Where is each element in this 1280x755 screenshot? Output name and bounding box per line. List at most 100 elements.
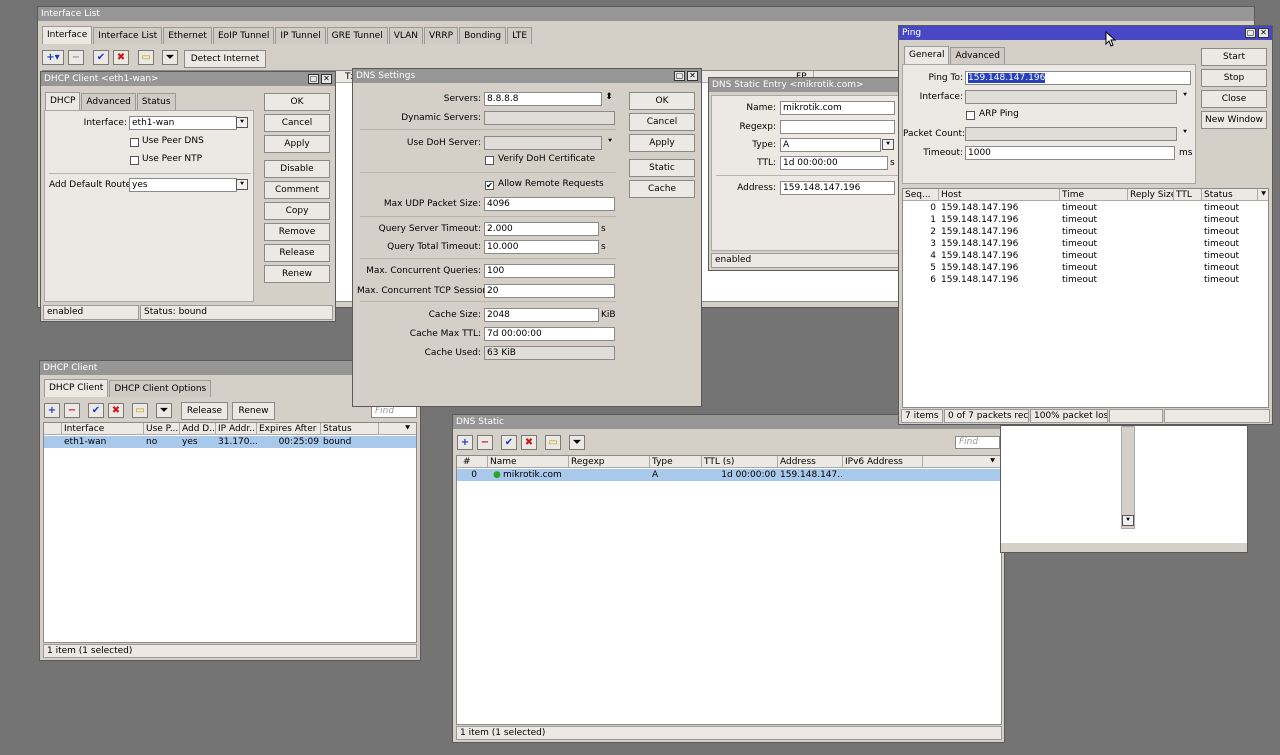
- add-dropdown-button[interactable]: +▾: [42, 50, 64, 65]
- regexp-field[interactable]: [780, 120, 895, 134]
- servers-field[interactable]: 8.8.8.8: [484, 92, 602, 106]
- tab-eoip-tunnel[interactable]: EoIP Tunnel: [212, 27, 275, 44]
- timeout-field[interactable]: 1000: [965, 146, 1175, 160]
- use-peer-dns-checkbox[interactable]: [130, 138, 139, 147]
- remove-button[interactable]: Remove: [264, 223, 330, 241]
- table-row[interactable]: 2 159.148.147.196 timeout timeout: [903, 226, 1268, 238]
- remove-icon[interactable]: −: [477, 435, 493, 450]
- add-default-route-field[interactable]: yes: [129, 178, 237, 192]
- filter-icon[interactable]: ⏷: [162, 50, 178, 65]
- table-row[interactable]: 3 159.148.147.196 timeout timeout: [903, 238, 1268, 250]
- close-icon[interactable]: ✕: [321, 74, 332, 84]
- col-use-peer[interactable]: Use P...: [144, 423, 180, 435]
- col-host[interactable]: Host: [939, 189, 1060, 201]
- cancel-button[interactable]: Cancel: [629, 113, 695, 131]
- add-default-route-dropdown-icon[interactable]: ⯆: [236, 179, 248, 190]
- query-server-timeout-field[interactable]: 2.000: [484, 222, 599, 236]
- table-row[interactable]: 0 159.148.147.196 timeout timeout: [903, 202, 1268, 214]
- maximize-icon[interactable]: ▢: [674, 71, 685, 81]
- col-status[interactable]: Status: [1202, 189, 1258, 201]
- comment-icon[interactable]: ▭: [132, 403, 148, 418]
- query-total-timeout-field[interactable]: 10.000: [484, 240, 599, 254]
- col-reply-size[interactable]: Reply Size: [1128, 189, 1174, 201]
- ttl-field[interactable]: 1d 00:00:00: [780, 156, 888, 170]
- col-address[interactable]: Address: [778, 456, 843, 468]
- col-seq[interactable]: Seq...: [903, 189, 939, 201]
- cache-size-field[interactable]: 2048: [484, 308, 599, 322]
- col-ttl[interactable]: TTL: [1174, 189, 1202, 201]
- cancel-button[interactable]: Cancel: [264, 114, 330, 132]
- tab-status[interactable]: Status: [136, 93, 176, 110]
- enable-check-icon[interactable]: ✔: [88, 403, 104, 418]
- remove-icon[interactable]: −: [64, 403, 80, 418]
- tab-bonding[interactable]: Bonding: [459, 27, 507, 44]
- interface-dropdown-icon[interactable]: ⯆: [1179, 91, 1191, 102]
- max-concurrent-tcp-field[interactable]: 20: [484, 284, 615, 298]
- comment-button[interactable]: Comment: [264, 181, 330, 199]
- columns-dropdown-icon[interactable]: ⯆: [987, 456, 1001, 468]
- col-status[interactable]: Status: [321, 423, 379, 435]
- col-name[interactable]: Name: [488, 456, 569, 468]
- apply-button[interactable]: Apply: [629, 134, 695, 152]
- table-row[interactable]: 1 159.148.147.196 timeout timeout: [903, 214, 1268, 226]
- packet-count-dropdown-icon[interactable]: ⯆: [1179, 128, 1191, 139]
- use-doh-dropdown-icon[interactable]: ⯆: [604, 137, 616, 148]
- disable-button[interactable]: Disable: [264, 160, 330, 178]
- table-row[interactable]: 0 ● mikrotik.com A 1d 00:00:00 159.148.1…: [457, 469, 1001, 481]
- table-row[interactable]: eth1-wan no yes 31.170.... 00:25:09 boun…: [44, 436, 416, 448]
- tab-vlan[interactable]: VLAN: [388, 27, 423, 44]
- scroll-down-icon[interactable]: ⯆: [1122, 515, 1134, 526]
- static-button[interactable]: Static: [629, 159, 695, 177]
- tab-dhcp[interactable]: DHCP: [45, 92, 81, 110]
- tab-advanced[interactable]: Advanced: [81, 93, 136, 110]
- apply-button[interactable]: Apply: [264, 135, 330, 153]
- max-concurrent-queries-field[interactable]: 100: [484, 264, 615, 278]
- enable-check-icon[interactable]: ✔: [501, 435, 517, 450]
- address-field[interactable]: 159.148.147.196: [780, 181, 895, 195]
- col-time[interactable]: Time: [1060, 189, 1128, 201]
- interface-field[interactable]: [965, 90, 1177, 104]
- table-row[interactable]: 6 159.148.147.196 timeout timeout: [903, 274, 1268, 286]
- tab-vrrp[interactable]: VRRP: [423, 27, 459, 44]
- minus-button[interactable]: −: [68, 50, 84, 65]
- maximize-icon[interactable]: ▢: [1245, 28, 1256, 38]
- columns-dropdown-icon[interactable]: ⯆: [402, 423, 416, 435]
- type-dropdown-icon[interactable]: ⯆: [882, 139, 894, 150]
- name-field[interactable]: mikrotik.com: [780, 101, 895, 115]
- disable-x-icon[interactable]: ✖: [108, 403, 124, 418]
- verify-doh-checkbox[interactable]: [485, 156, 494, 165]
- new-window-button[interactable]: New Window: [1201, 111, 1267, 129]
- col-interface[interactable]: Interface: [62, 423, 144, 435]
- enable-check-icon[interactable]: ✔: [93, 50, 109, 65]
- type-field[interactable]: A: [780, 138, 881, 152]
- col-ipv6-address[interactable]: IPv6 Address: [843, 456, 923, 468]
- arp-ping-checkbox[interactable]: [966, 111, 975, 120]
- interface-dropdown-icon[interactable]: ⯆: [236, 117, 248, 128]
- release-button[interactable]: Release: [181, 402, 228, 420]
- col-ttl[interactable]: TTL (s): [702, 456, 778, 468]
- table-row[interactable]: 4 159.148.147.196 timeout timeout: [903, 250, 1268, 262]
- cache-max-ttl-field[interactable]: 7d 00:00:00: [484, 327, 615, 341]
- tab-dhcp-client-options[interactable]: DHCP Client Options: [109, 380, 212, 397]
- close-icon[interactable]: ✕: [687, 71, 698, 81]
- col-expires-after[interactable]: Expires After: [257, 423, 321, 435]
- col-type[interactable]: Type: [650, 456, 702, 468]
- ok-button[interactable]: OK: [629, 92, 695, 110]
- columns-dropdown-icon[interactable]: ⯆: [1258, 189, 1268, 201]
- use-peer-ntp-checkbox[interactable]: [130, 156, 139, 165]
- tab-interface[interactable]: Interface: [42, 26, 93, 44]
- start-button[interactable]: Start: [1201, 48, 1267, 66]
- tab-advanced[interactable]: Advanced: [950, 47, 1005, 64]
- tab-gre-tunnel[interactable]: GRE Tunnel: [326, 27, 388, 44]
- renew-button[interactable]: Renew: [264, 265, 330, 283]
- close-button[interactable]: Close: [1201, 90, 1267, 108]
- cache-button[interactable]: Cache: [629, 180, 695, 198]
- filter-icon[interactable]: ⏷: [569, 435, 585, 450]
- renew-button[interactable]: Renew: [232, 402, 275, 420]
- release-button[interactable]: Release: [264, 244, 330, 262]
- disable-x-icon[interactable]: ✖: [521, 435, 537, 450]
- tab-lte[interactable]: LTE: [507, 27, 533, 44]
- col-number[interactable]: #: [457, 456, 488, 468]
- close-icon[interactable]: ✕: [1258, 28, 1269, 38]
- tab-interface-list[interactable]: Interface List: [93, 27, 163, 44]
